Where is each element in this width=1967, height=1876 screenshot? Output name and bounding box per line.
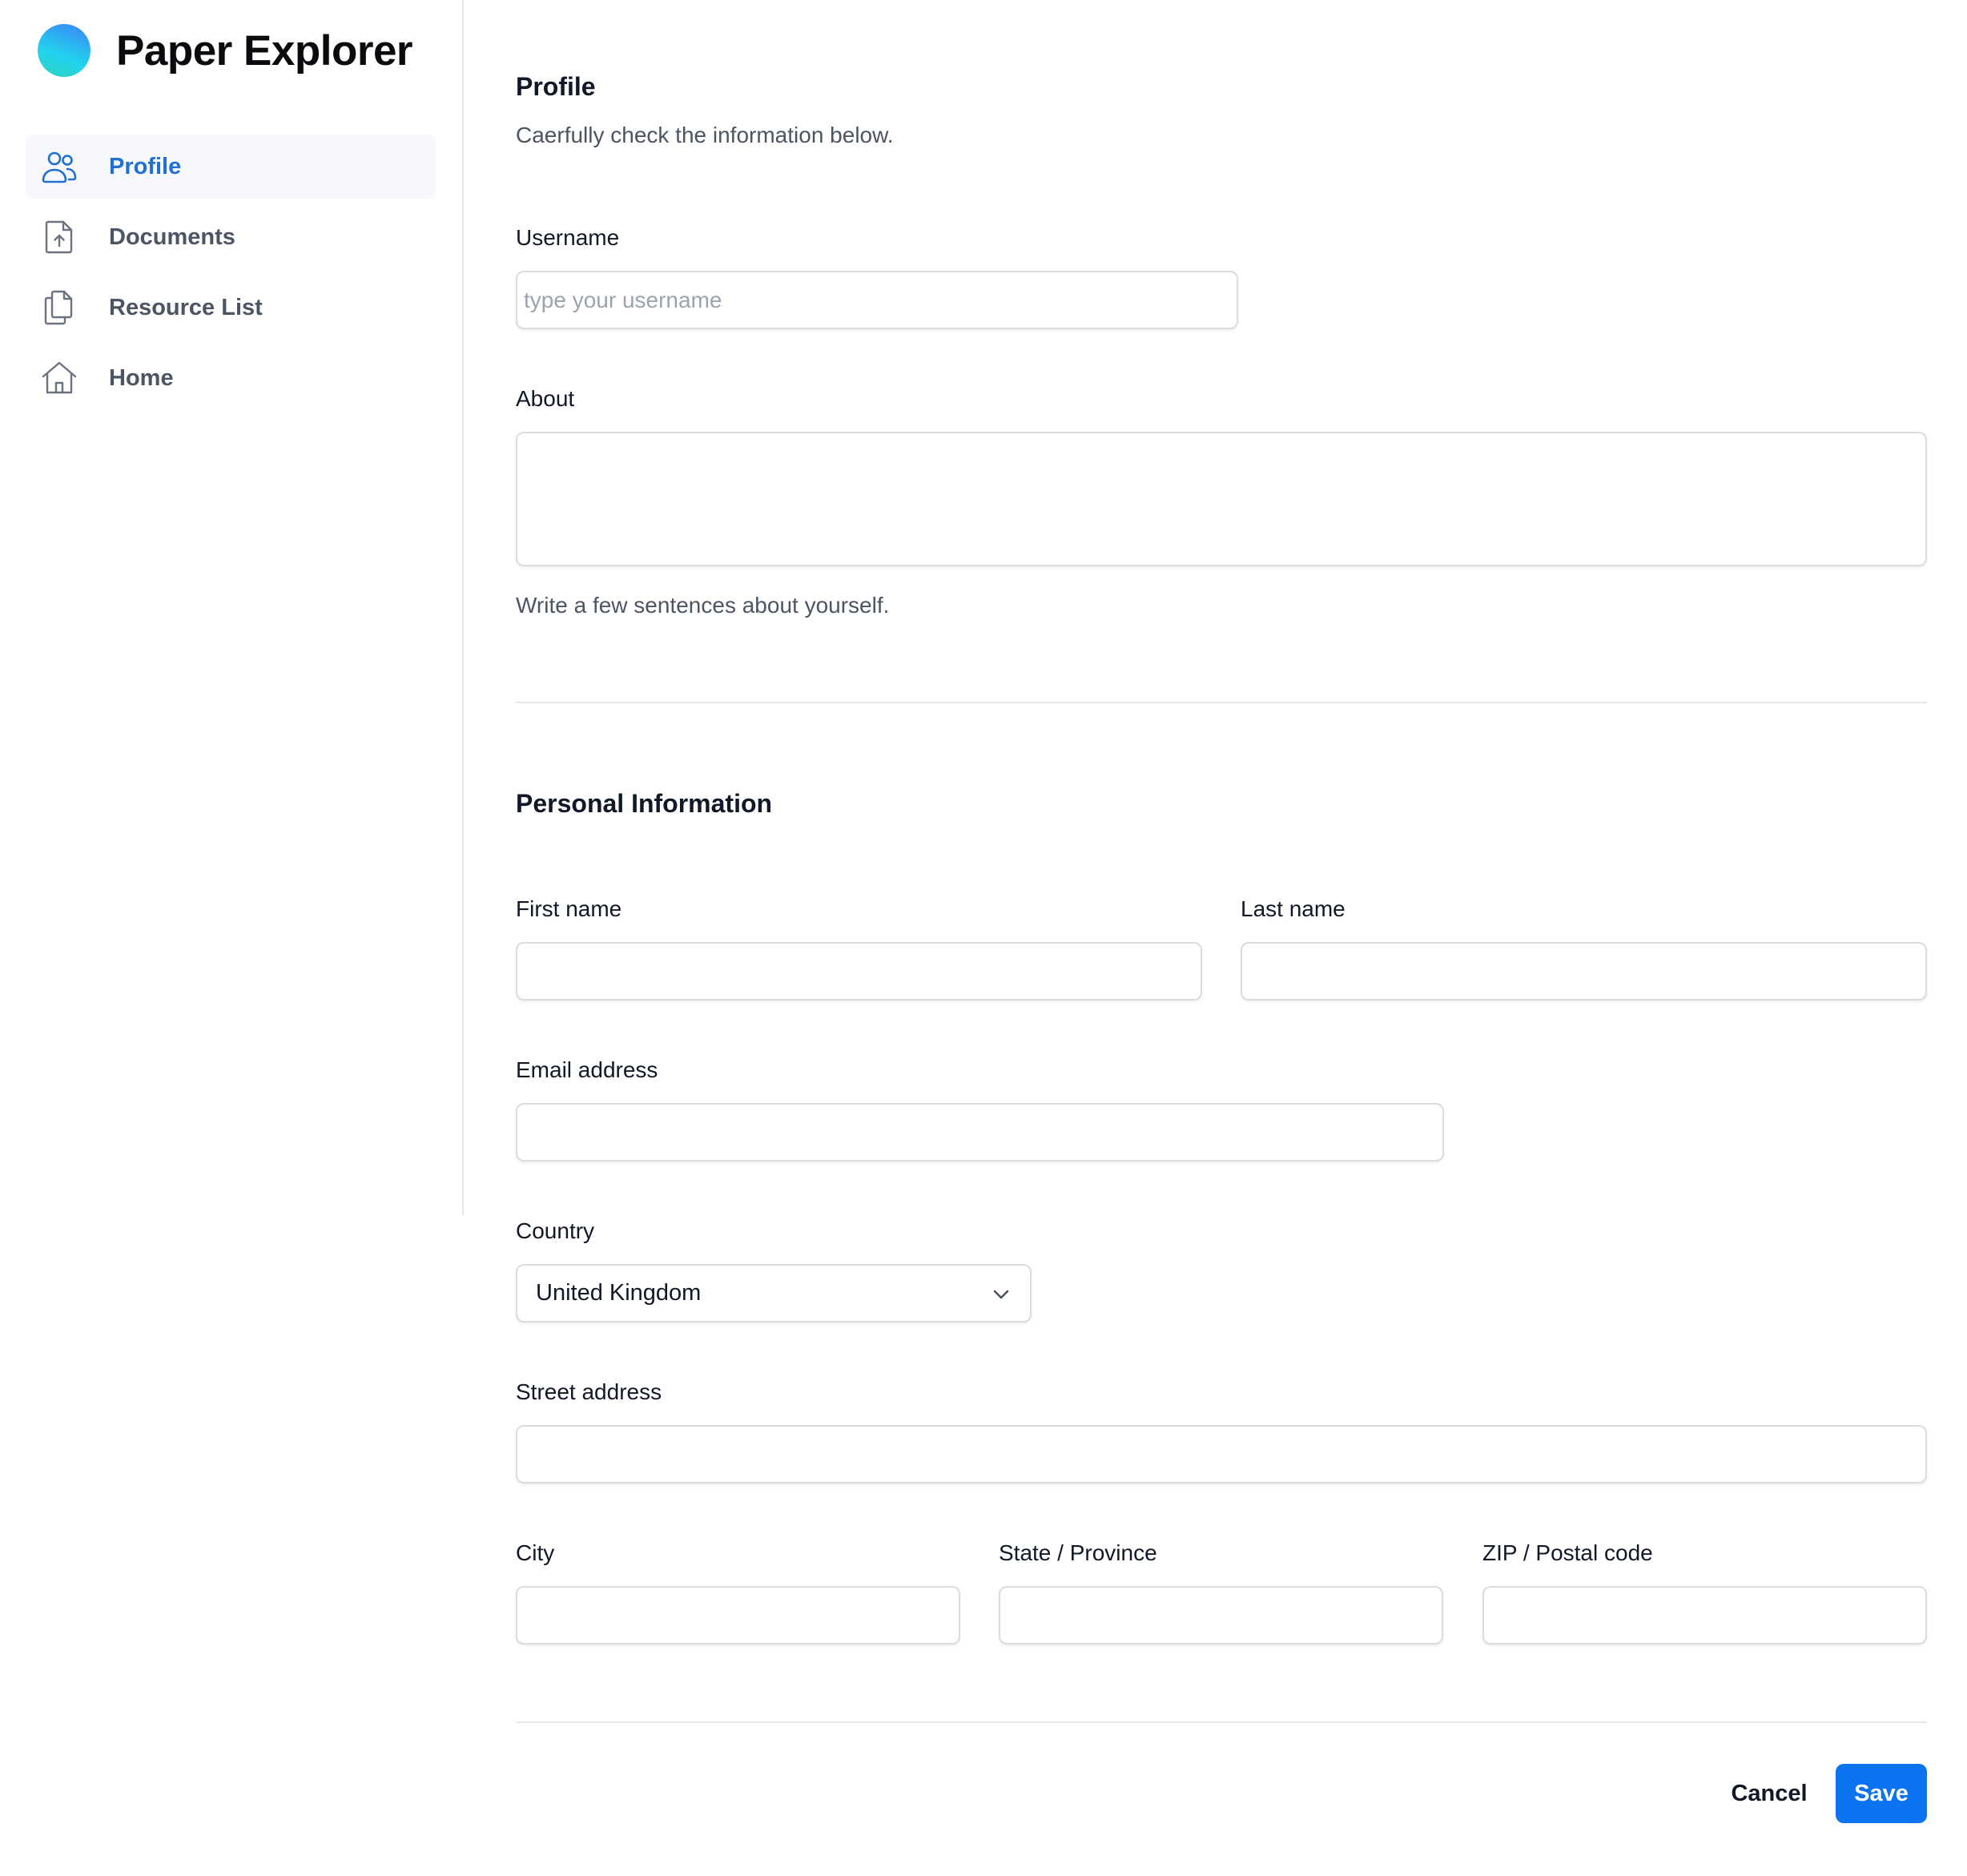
chevron-down-icon	[990, 1283, 1012, 1306]
street-address-input[interactable]	[516, 1425, 1927, 1483]
home-icon	[40, 359, 78, 397]
sidebar-item-label: Home	[109, 364, 174, 391]
first-name-label: First name	[516, 896, 622, 921]
sidebar-item-label: Profile	[109, 153, 182, 179]
sidebar-item-label: Documents	[109, 223, 235, 250]
username-label: Username	[516, 225, 620, 250]
sidebar: Paper Explorer Profile Documents Resourc…	[0, 0, 464, 1215]
city-label: City	[516, 1540, 555, 1565]
users-icon	[40, 147, 78, 186]
sidebar-item-documents[interactable]: Documents	[26, 205, 436, 269]
document-upload-icon	[40, 218, 78, 256]
cancel-button[interactable]: Cancel	[1717, 1764, 1821, 1823]
about-label: About	[516, 386, 575, 411]
sidebar-item-resource-list[interactable]: Resource List	[26, 276, 436, 340]
country-select-value: United Kingdom	[536, 1280, 702, 1306]
state-input[interactable]	[999, 1586, 1443, 1645]
last-name-label: Last name	[1241, 896, 1346, 921]
sidebar-item-label: Resource List	[109, 294, 263, 320]
country-label: Country	[516, 1218, 595, 1243]
zip-input[interactable]	[1482, 1586, 1927, 1645]
sidebar-nav: Profile Documents Resource List Home	[26, 135, 436, 417]
sidebar-item-profile[interactable]: Profile	[26, 135, 436, 199]
state-label: State / Province	[999, 1540, 1157, 1565]
brand-name: Paper Explorer	[116, 26, 413, 74]
brand-logo	[38, 24, 91, 77]
about-textarea[interactable]	[516, 432, 1927, 566]
first-name-input[interactable]	[516, 942, 1202, 1000]
street-address-label: Street address	[516, 1379, 662, 1404]
about-hint: Write a few sentences about yourself.	[516, 593, 890, 618]
documents-copy-icon	[40, 288, 78, 327]
page-title: Profile	[516, 72, 596, 101]
page-subtitle: Caerfully check the information below.	[516, 123, 894, 147]
username-input[interactable]	[516, 271, 1238, 329]
city-input[interactable]	[516, 1586, 960, 1645]
personal-info-title: Personal Information	[516, 789, 773, 818]
actions-divider	[516, 1721, 1927, 1723]
country-select[interactable]: United Kingdom	[516, 1264, 1032, 1322]
zip-label: ZIP / Postal code	[1482, 1540, 1653, 1565]
email-input[interactable]	[516, 1103, 1444, 1161]
brand: Paper Explorer	[38, 24, 413, 77]
email-label: Email address	[516, 1057, 658, 1082]
sidebar-item-home[interactable]: Home	[26, 346, 436, 410]
last-name-input[interactable]	[1241, 942, 1927, 1000]
save-button[interactable]: Save	[1836, 1764, 1927, 1823]
section-divider	[516, 702, 1927, 703]
